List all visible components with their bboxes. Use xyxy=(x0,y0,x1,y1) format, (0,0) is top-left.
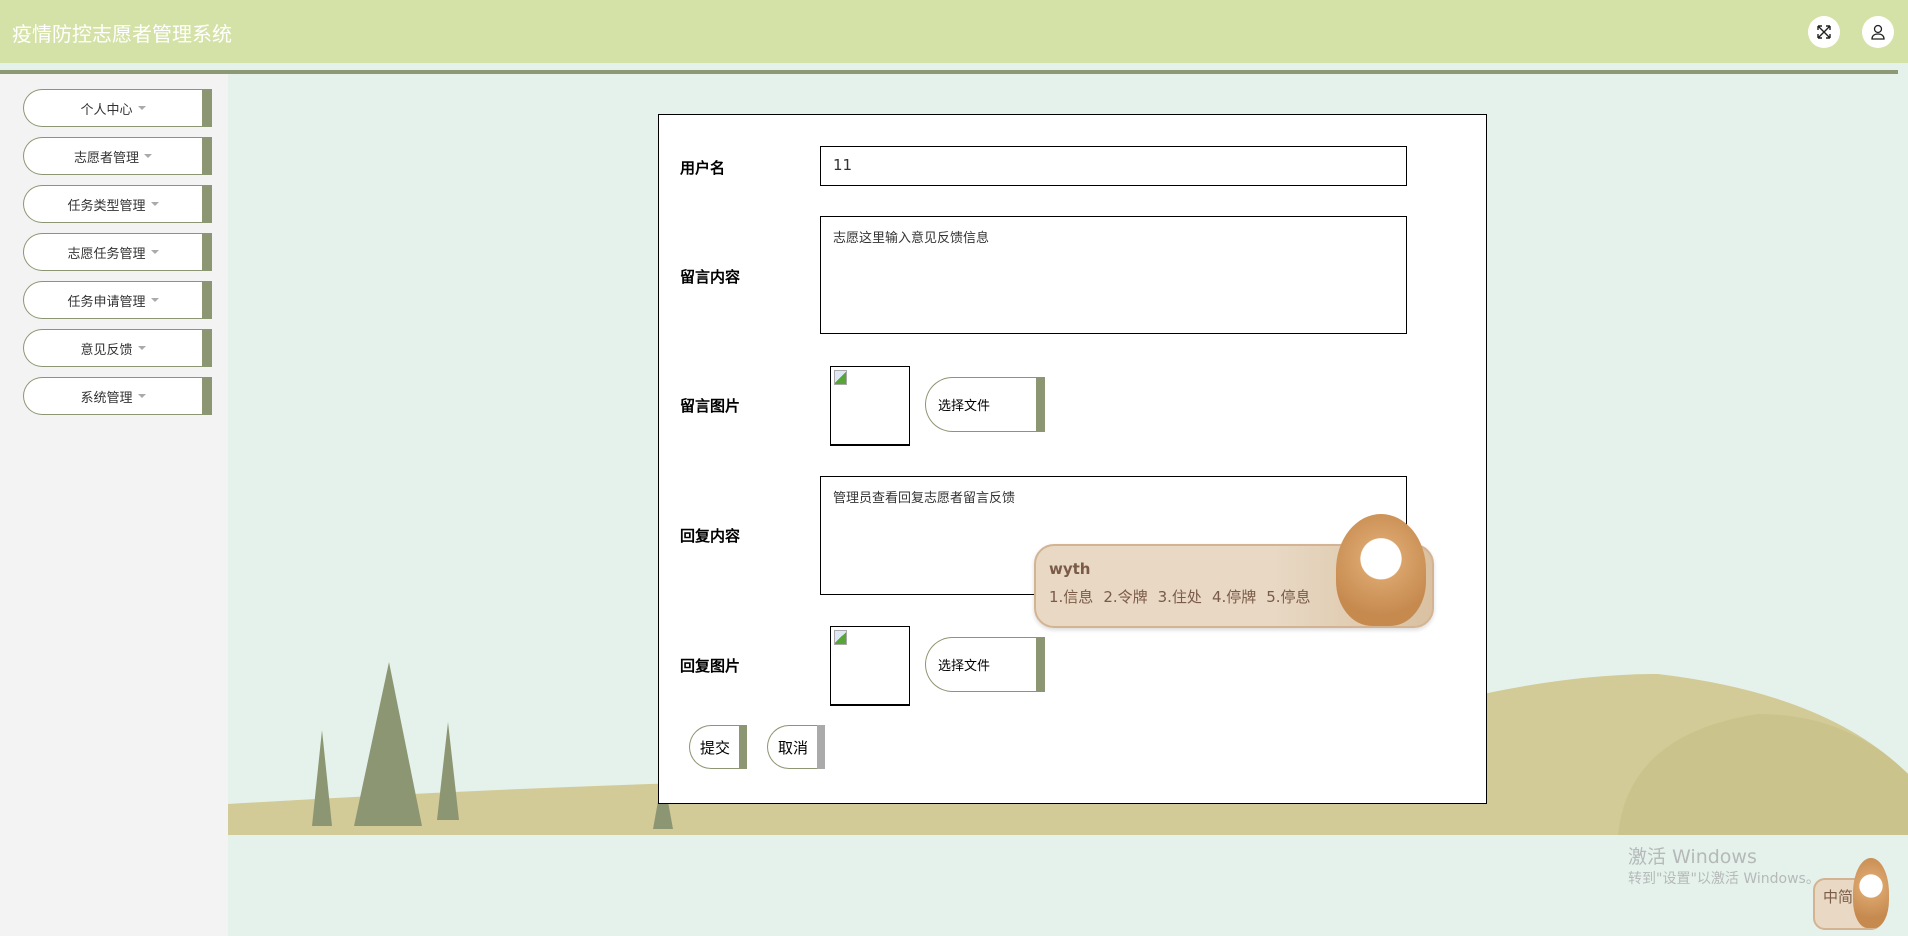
menu-label: 志愿者管理 xyxy=(73,150,139,166)
caret-down-icon xyxy=(137,346,146,350)
message-image-label: 留言图片 xyxy=(680,397,741,415)
ime-status-bar[interactable]: 中简 xyxy=(1813,858,1889,930)
tree xyxy=(312,730,332,826)
activate-windows-title: 激活 Windows xyxy=(1628,846,1757,868)
reply-image-label: 回复图片 xyxy=(680,657,741,675)
caret-down-icon xyxy=(144,154,152,158)
feedback-reply-form: 用户名 11 留言内容 志愿这里输入意见反馈信息 留言图片 选择文件 回复内容 … xyxy=(658,114,1487,804)
sidebar-item-system-management[interactable]: 系统管理 xyxy=(23,377,212,415)
sidebar-item-task-application-management[interactable]: 任务申请管理 xyxy=(23,281,212,319)
cancel-button[interactable]: 取消 xyxy=(767,725,825,769)
username-input[interactable]: 11 xyxy=(820,146,1407,186)
tree xyxy=(354,662,422,826)
menu-label: 系统管理 xyxy=(80,390,133,406)
menu-label: 个人中心 xyxy=(80,102,133,118)
message-image-preview xyxy=(830,366,910,446)
shiba-dog-skin-icon xyxy=(1336,514,1426,626)
shiba-dog-skin-icon xyxy=(1853,858,1889,928)
user-button[interactable] xyxy=(1862,16,1894,48)
ime-candidate[interactable]: 2.令牌 xyxy=(1103,588,1147,606)
ime-candidate[interactable]: 1.信息 xyxy=(1049,588,1093,606)
username-label: 用户名 xyxy=(680,159,726,177)
fullscreen-button[interactable] xyxy=(1808,16,1840,48)
menu-label: 任务类型管理 xyxy=(67,198,146,214)
menu-label: 任务申请管理 xyxy=(67,294,146,310)
ime-candidate-window: wyth 1.信息 2.令牌 3.住处 4.停牌 5.停息 xyxy=(1034,514,1434,628)
ime-candidates: 1.信息 2.令牌 3.住处 4.停牌 5.停息 xyxy=(1049,586,1321,607)
reply-label: 回复内容 xyxy=(680,527,741,545)
broken-image-icon xyxy=(834,370,847,385)
sidebar-item-feedback[interactable]: 意见反馈 xyxy=(23,329,212,367)
message-image-choose-file-button[interactable]: 选择文件 xyxy=(925,377,1045,432)
ime-mode: 中简 xyxy=(1823,888,1854,906)
sidebar-item-personal-center[interactable]: 个人中心 xyxy=(23,89,212,127)
menu-label: 志愿任务管理 xyxy=(67,246,146,262)
activate-windows-subtitle: 转到"设置"以激活 Windows。 xyxy=(1628,871,1820,887)
reply-image-preview xyxy=(830,626,910,706)
app-title: 疫情防控志愿者管理系统 xyxy=(12,22,232,46)
ime-candidate[interactable]: 4.停牌 xyxy=(1212,588,1256,606)
message-textarea[interactable]: 志愿这里输入意见反馈信息 xyxy=(820,216,1407,334)
ime-candidate[interactable]: 3.住处 xyxy=(1158,588,1202,606)
sidebar-item-volunteer-task-management[interactable]: 志愿任务管理 xyxy=(23,233,212,271)
fullscreen-icon xyxy=(1817,25,1831,39)
submit-button[interactable]: 提交 xyxy=(689,725,747,769)
ime-candidate[interactable]: 5.停息 xyxy=(1266,588,1310,606)
caret-down-icon xyxy=(150,202,159,206)
caret-down-icon xyxy=(137,106,146,110)
sidebar-item-task-type-management[interactable]: 任务类型管理 xyxy=(23,185,212,223)
caret-down-icon xyxy=(150,250,159,254)
sidebar-item-volunteer-management[interactable]: 志愿者管理 xyxy=(23,137,212,175)
caret-down-icon xyxy=(150,298,159,302)
menu-label: 意见反馈 xyxy=(80,342,133,358)
caret-down-icon xyxy=(137,394,146,398)
reply-image-choose-file-button[interactable]: 选择文件 xyxy=(925,637,1045,692)
ime-composition: wyth xyxy=(1049,560,1091,578)
message-label: 留言内容 xyxy=(680,268,741,286)
broken-image-icon xyxy=(834,630,847,645)
user-icon xyxy=(1871,24,1885,40)
sidebar: 个人中心 志愿者管理 任务类型管理 志愿任务管理 任务申请管理 意见反馈 系统管… xyxy=(0,74,228,936)
tree xyxy=(437,722,459,820)
header: 疫情防控志愿者管理系统 xyxy=(0,0,1908,63)
